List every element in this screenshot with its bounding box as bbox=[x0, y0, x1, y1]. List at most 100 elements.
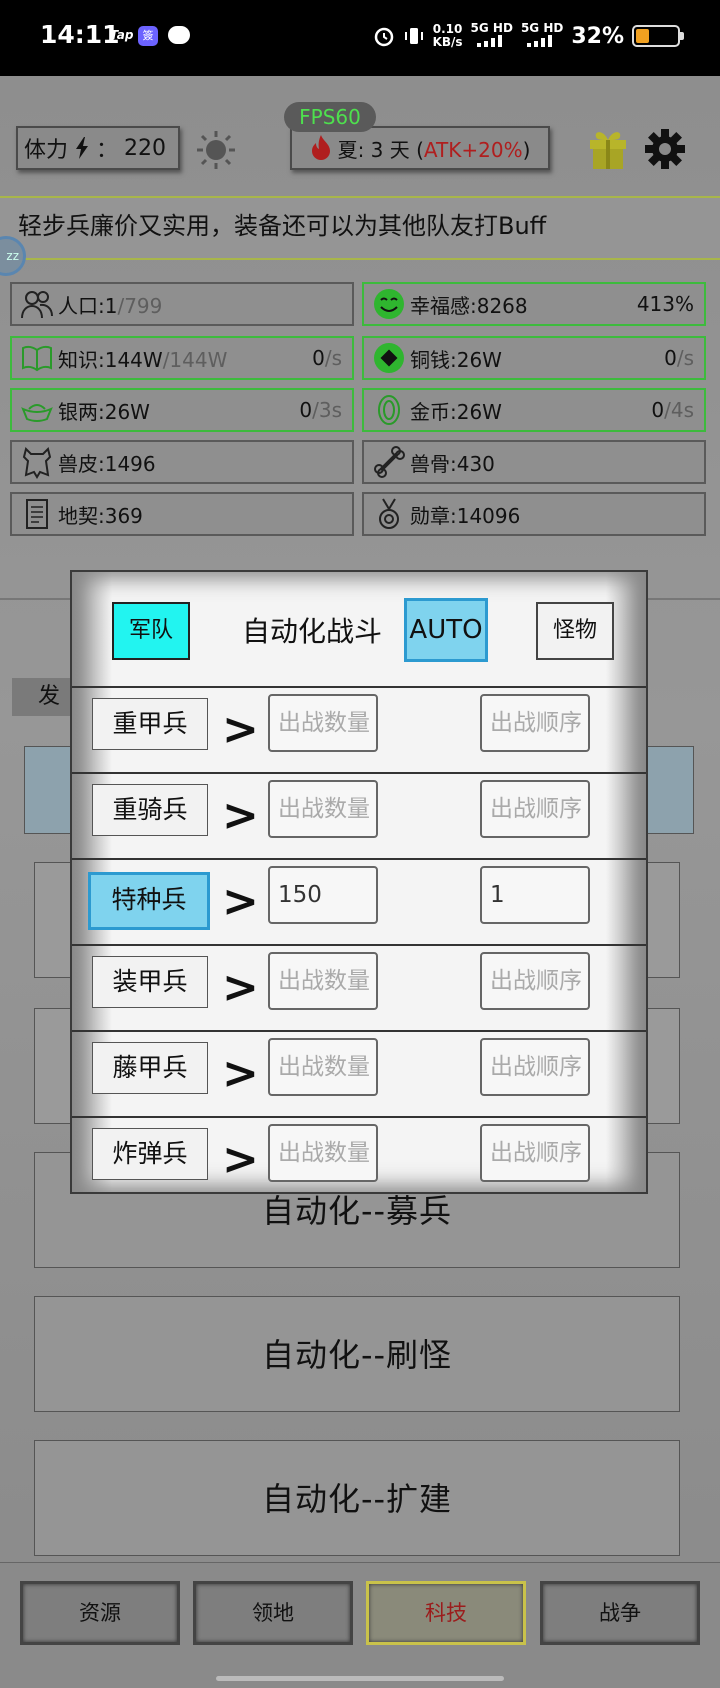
resource-label: 地契:369 bbox=[58, 503, 143, 528]
resource-label: 金币:26W bbox=[410, 399, 502, 424]
sim1-label: 5G HD bbox=[470, 21, 513, 35]
deploy-quantity-input[interactable]: 出战数量 bbox=[268, 1038, 378, 1096]
resource-scroll: 地契:369 bbox=[10, 492, 354, 536]
stamina-label: 体力 bbox=[24, 138, 69, 163]
stamina-box: 体力 ： 220 bbox=[16, 126, 180, 170]
medal-icon bbox=[372, 497, 406, 531]
status-bar: 14:11 Tap 簽 0.10 KB/s 5G HD 5G HD 32% bbox=[0, 0, 720, 76]
tab-army[interactable]: 军队 bbox=[112, 602, 190, 660]
unit-button[interactable]: 装甲兵 bbox=[92, 956, 208, 1008]
resource-rate: 413% bbox=[636, 292, 694, 316]
resource-medal: 勋章:14096 bbox=[362, 492, 706, 536]
resource-rate: 0/s bbox=[312, 346, 342, 370]
deploy-order-input[interactable]: 出战顺序 bbox=[480, 952, 590, 1010]
season-box: 夏: 3 天 (ATK+20%) bbox=[290, 126, 550, 170]
smile-icon bbox=[372, 287, 406, 321]
gold-coin-icon bbox=[372, 393, 406, 427]
status-icons: 0.10 KB/s 5G HD 5G HD 32% bbox=[373, 21, 684, 50]
message-notification-icon bbox=[168, 26, 190, 44]
deploy-quantity-input[interactable]: 150 bbox=[268, 866, 378, 924]
sun-icon[interactable] bbox=[196, 130, 236, 170]
unit-row: 炸弹兵 > 出战数量 出战顺序 bbox=[72, 1116, 646, 1192]
resource-rate: 0/3s bbox=[299, 398, 342, 422]
stamina-sep: ： bbox=[96, 138, 119, 163]
fire-icon bbox=[311, 135, 330, 160]
resource-label: 银两:26W bbox=[58, 399, 150, 424]
home-indicator[interactable] bbox=[216, 1676, 504, 1681]
nav-territory[interactable]: 领地 bbox=[193, 1581, 353, 1645]
alarm-icon bbox=[374, 27, 393, 47]
unit-row: 重甲兵 > 出战数量 出战顺序 bbox=[72, 686, 646, 772]
atk-bonus: ATK+20% bbox=[423, 137, 523, 162]
fps-counter: FPS60 bbox=[284, 102, 376, 132]
battery-percent: 32% bbox=[571, 23, 624, 49]
resource-silver-ingot: 银两:26W 0/3s bbox=[10, 388, 354, 432]
unit-button[interactable]: 重甲兵 bbox=[92, 698, 208, 750]
chevron-right-icon: > bbox=[222, 876, 259, 927]
deploy-order-input[interactable]: 出战顺序 bbox=[480, 1038, 590, 1096]
resource-label: 勋章:14096 bbox=[410, 503, 521, 528]
auto-expand-button[interactable]: 自动化--扩建 bbox=[34, 1440, 680, 1556]
unit-button[interactable]: 炸弹兵 bbox=[92, 1128, 208, 1180]
deploy-order-input[interactable]: 出战顺序 bbox=[480, 694, 590, 752]
vibrate-icon bbox=[404, 28, 423, 44]
book-icon bbox=[20, 341, 54, 375]
scroll-icon bbox=[20, 497, 54, 531]
unit-row: 重骑兵 > 出战数量 出战顺序 bbox=[72, 772, 646, 858]
nav-resources[interactable]: 资源 bbox=[20, 1581, 180, 1645]
deploy-order-input[interactable]: 1 bbox=[480, 866, 590, 924]
bottom-nav: 资源 领地 科技 战争 bbox=[0, 1562, 720, 1688]
resource-rate: 0/s bbox=[664, 346, 694, 370]
resource-smile: 幸福感:8268 413% bbox=[362, 282, 706, 326]
deploy-quantity-input[interactable]: 出战数量 bbox=[268, 1124, 378, 1182]
net-speed-unit: KB/s bbox=[432, 35, 463, 49]
dialog-title: 自动化战斗 bbox=[242, 615, 383, 648]
nav-war[interactable]: 战争 bbox=[540, 1581, 700, 1645]
bone-icon bbox=[372, 445, 406, 479]
unit-row: 藤甲兵 > 出战数量 出战顺序 bbox=[72, 1030, 646, 1116]
tab-monster[interactable]: 怪物 bbox=[536, 602, 614, 660]
resource-label: 兽皮:1496 bbox=[58, 451, 156, 476]
tip-banner: 轻步兵廉价又实用，装备还可以为其他队友打Buff bbox=[0, 196, 720, 260]
unit-button[interactable]: 藤甲兵 bbox=[92, 1042, 208, 1094]
nav-technology[interactable]: 科技 bbox=[366, 1581, 526, 1645]
deploy-quantity-input[interactable]: 出战数量 bbox=[268, 952, 378, 1010]
tab-development[interactable]: 发展 bbox=[12, 678, 76, 716]
auto-battle-dialog: 军队 自动化战斗 AUTO 怪物 重甲兵 > 出战数量 出战顺序 重骑兵 > 出战数量 出战顺… bbox=[70, 570, 648, 1194]
unit-row: 特种兵 >150 1 bbox=[72, 858, 646, 944]
net-speed: 0.10 KB/s bbox=[433, 23, 463, 49]
resource-label: 兽骨:430 bbox=[410, 451, 495, 476]
unit-button[interactable]: 重骑兵 bbox=[92, 784, 208, 836]
gift-icon[interactable] bbox=[588, 128, 628, 170]
deploy-order-input[interactable]: 出战顺序 bbox=[480, 1124, 590, 1182]
unit-row: 装甲兵 > 出战数量 出战顺序 bbox=[72, 944, 646, 1030]
signal-icon bbox=[527, 35, 553, 47]
resource-label: 人口:1/799 bbox=[58, 293, 163, 318]
unit-button[interactable]: 特种兵 bbox=[88, 872, 210, 930]
people-icon bbox=[20, 287, 54, 321]
app-notification-icon: 簽 bbox=[138, 26, 158, 46]
deploy-order-input[interactable]: 出战顺序 bbox=[480, 780, 590, 838]
tap-notification-icon: Tap bbox=[110, 28, 134, 42]
sim2-signal: 5G HD bbox=[521, 22, 563, 50]
resource-label: 知识:144W/144W bbox=[58, 347, 228, 372]
deploy-quantity-input[interactable]: 出战数量 bbox=[268, 780, 378, 838]
resource-bone: 兽骨:430 bbox=[362, 440, 706, 484]
season-text: 夏: 3 天 ( bbox=[337, 137, 424, 162]
resource-gold-coin: 金币:26W 0/4s bbox=[362, 388, 706, 432]
coin-icon bbox=[372, 341, 406, 375]
sim2-label: 5G HD bbox=[520, 21, 564, 35]
deploy-quantity-input[interactable]: 出战数量 bbox=[268, 694, 378, 752]
battery-fill bbox=[636, 29, 649, 43]
signal-icon bbox=[476, 35, 502, 47]
hide-icon bbox=[20, 445, 54, 479]
clock: 14:11 bbox=[40, 20, 120, 49]
season-close: ) bbox=[522, 137, 531, 162]
chevron-right-icon: > bbox=[222, 704, 259, 755]
stamina-value: 220 bbox=[124, 135, 167, 161]
chevron-right-icon: > bbox=[222, 1134, 259, 1185]
auto-farm-button[interactable]: 自动化--刷怪 bbox=[34, 1296, 680, 1412]
auto-toggle-button[interactable]: AUTO bbox=[404, 598, 488, 662]
resource-people: 人口:1/799 bbox=[10, 282, 354, 326]
gear-icon[interactable] bbox=[644, 128, 686, 170]
